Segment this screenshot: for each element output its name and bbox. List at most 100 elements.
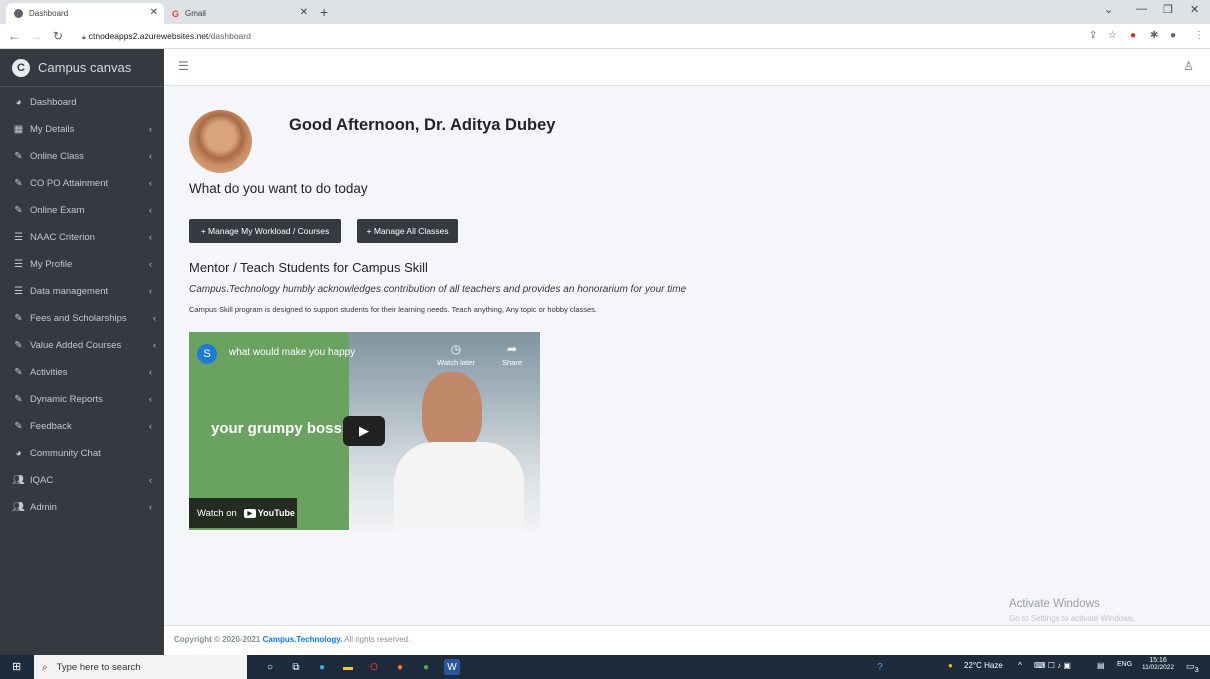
menu-kebab-icon[interactable]: ⋮ — [1194, 30, 1204, 41]
video-person-uniform — [394, 442, 524, 530]
reload-icon[interactable]: ↻ — [53, 29, 63, 43]
url-field[interactable]: 🔒︎ ctnodeapps2.azurewebsites.net/dashboar… — [82, 31, 251, 42]
clock[interactable]: 15:16 11/02/2022 — [1140, 657, 1176, 671]
sidebar-item-dashboard[interactable]: ◕ Dashboard — [0, 89, 164, 116]
language-indicator[interactable]: ENG — [1117, 661, 1132, 668]
keyboard-icon[interactable]: ▤ — [1097, 661, 1105, 670]
edit-icon: ✎ — [14, 313, 23, 324]
sidebar-item-naac-criterion[interactable]: ☰ NAAC Criterion ‹ — [0, 224, 164, 251]
profile-icon[interactable]: ● — [1170, 30, 1176, 41]
bookmark-star-icon[interactable]: ☆ — [1108, 30, 1117, 41]
channel-avatar[interactable]: S — [197, 344, 217, 364]
extension-icon[interactable]: ● — [1130, 30, 1136, 41]
sidebar-nav: ◕ Dashboard ▦ My Details ‹ ✎ Online Class ‹ ✎… — [0, 89, 164, 521]
activate-windows-subtitle: Go to Settings to activate Windows. — [1009, 614, 1136, 623]
edit-icon: ✎ — [14, 421, 23, 432]
sidebar-item-online-class[interactable]: ✎ Online Class ‹ — [0, 143, 164, 170]
sidebar-item-label: Dashboard — [30, 97, 77, 108]
youtube-video-embed[interactable]: S what would make you happy ◷ Watch later… — [189, 332, 540, 530]
sidebar-item-label: Value Added Courses — [30, 340, 122, 351]
windows-start-icon[interactable]: ⊞ — [12, 660, 21, 673]
weather-text[interactable]: 22°C Haze — [964, 661, 1003, 670]
lock-icon: 🔒︎ — [82, 34, 86, 41]
firefox-icon[interactable]: ● — [392, 659, 408, 675]
tab-search-icon[interactable]: ⌄ — [1104, 3, 1113, 16]
weather-icon: ● — [948, 661, 953, 670]
sidebar-item-dynamic-reports[interactable]: ✎ Dynamic Reports ‹ — [0, 386, 164, 413]
sidebar-item-value-added-courses[interactable]: ✎ Value Added Courses ‹ — [0, 332, 164, 359]
restore-button[interactable]: ❐ — [1163, 3, 1173, 16]
sidebar-item-feedback[interactable]: ✎ Feedback ‹ — [0, 413, 164, 440]
sidebar-item-online-exam[interactable]: ✎ Online Exam ‹ — [0, 197, 164, 224]
video-title[interactable]: what would make you happy — [229, 347, 355, 358]
company-link[interactable]: Campus.Technology. — [263, 635, 343, 644]
google-icon: G — [172, 9, 180, 19]
edit-icon: ✎ — [14, 151, 23, 162]
notification-icon[interactable]: ▭3 — [1186, 661, 1199, 674]
sidebar-item-my-details[interactable]: ▦ My Details ‹ — [0, 116, 164, 143]
share-button[interactable]: ➦ Share — [496, 342, 528, 367]
back-icon[interactable]: ← — [8, 29, 20, 43]
sidebar-item-iqac[interactable]: 👥︎ IQAC ‹ — [0, 467, 164, 494]
sidebar-item-label: Fees and Scholarships — [30, 313, 127, 324]
edit-icon: ✎ — [14, 394, 23, 405]
tray-chevron-icon[interactable]: ^ — [1018, 661, 1022, 670]
forward-icon[interactable]: → — [30, 29, 42, 43]
close-icon[interactable]: ✕ — [150, 7, 158, 18]
close-icon[interactable]: ✕ — [300, 7, 308, 18]
chevron-left-icon: ‹ — [149, 259, 152, 269]
sidebar-item-admin[interactable]: 👥︎ Admin ‹ — [0, 494, 164, 521]
brand[interactable]: C Campus canvas — [0, 49, 164, 87]
play-button[interactable]: ▶ — [343, 416, 385, 446]
activate-windows-title: Activate Windows — [1009, 598, 1100, 610]
brand-name: Campus canvas — [38, 60, 132, 75]
sidebar-item-activities[interactable]: ✎ Activities ‹ — [0, 359, 164, 386]
search-icon: ⌕ — [42, 661, 48, 673]
sidebar-item-fees-and-scholarships[interactable]: ✎ Fees and Scholarships ‹ — [0, 305, 164, 332]
extensions-puzzle-icon[interactable]: ✱ — [1150, 30, 1158, 41]
task-view-icon[interactable]: ⧉ — [288, 659, 304, 675]
edge-icon[interactable]: ● — [314, 659, 330, 675]
sidebar-item-data-management[interactable]: ☰ Data management ‹ — [0, 278, 164, 305]
clock-date: 11/02/2022 — [1141, 664, 1175, 671]
sidebar-item-label: Admin — [30, 502, 57, 513]
page-question: What do you want to do today — [189, 181, 368, 196]
manage-workload-button[interactable]: + Manage My Workload / Courses — [189, 219, 341, 243]
sidebar-item-label: Dynamic Reports — [30, 394, 103, 405]
url-host: ctnodeapps2.azurewebsites.net — [88, 31, 209, 41]
tray-icons[interactable]: ⌨ ☐ ♪ ▣ — [1034, 661, 1071, 670]
notification-count: 3 — [1194, 664, 1199, 674]
watch-on-youtube-button[interactable]: Watch on ▶ YouTube — [189, 498, 297, 528]
minimize-button[interactable]: — — [1136, 3, 1147, 15]
file-explorer-icon[interactable]: ▬ — [340, 659, 356, 675]
new-tab-button[interactable]: + — [320, 4, 328, 20]
manage-all-classes-button[interactable]: + Manage All Classes — [357, 219, 458, 243]
users-icon: 👥︎ — [12, 475, 25, 486]
taskbar-search[interactable]: ⌕ Type here to search — [34, 655, 247, 679]
user-icon[interactable]: ♙ — [1183, 59, 1194, 73]
chevron-left-icon: ‹ — [149, 124, 152, 134]
sidebar-item-co-po-attainment[interactable]: ✎ CO PO Attainment ‹ — [0, 170, 164, 197]
watch-later-button[interactable]: ◷ Watch later — [437, 342, 475, 367]
opera-icon[interactable]: O — [366, 659, 382, 675]
sidebar-item-label: Online Exam — [30, 205, 85, 216]
chrome-icon[interactable]: ● — [418, 659, 434, 675]
youtube-wordmark: YouTube — [257, 508, 295, 518]
word-icon[interactable]: W — [444, 659, 460, 675]
share-icon[interactable]: ⇪ — [1089, 30, 1097, 41]
sidebar-item-my-profile[interactable]: ☰ My Profile ‹ — [0, 251, 164, 278]
edit-icon: ✎ — [14, 367, 23, 378]
mentor-heading: Mentor / Teach Students for Campus Skill — [189, 260, 428, 275]
help-icon[interactable]: ? — [872, 659, 888, 675]
sidebar-item-community-chat[interactable]: ◕ Community Chat — [0, 440, 164, 467]
hamburger-menu-icon[interactable]: ☰ — [178, 59, 189, 73]
chevron-left-icon: ‹ — [149, 475, 152, 485]
tab-dashboard[interactable]: Dashboard ✕ — [6, 3, 164, 24]
clock-time: 15:16 — [1149, 657, 1167, 664]
sidebar-item-label: Feedback — [30, 421, 72, 432]
tab-gmail[interactable]: G Gmail ✕ — [164, 3, 314, 24]
chevron-left-icon: ‹ — [153, 340, 156, 350]
site-icon — [14, 9, 23, 18]
cortana-icon[interactable]: ○ — [262, 659, 278, 675]
window-close-button[interactable]: ✕ — [1190, 3, 1199, 16]
